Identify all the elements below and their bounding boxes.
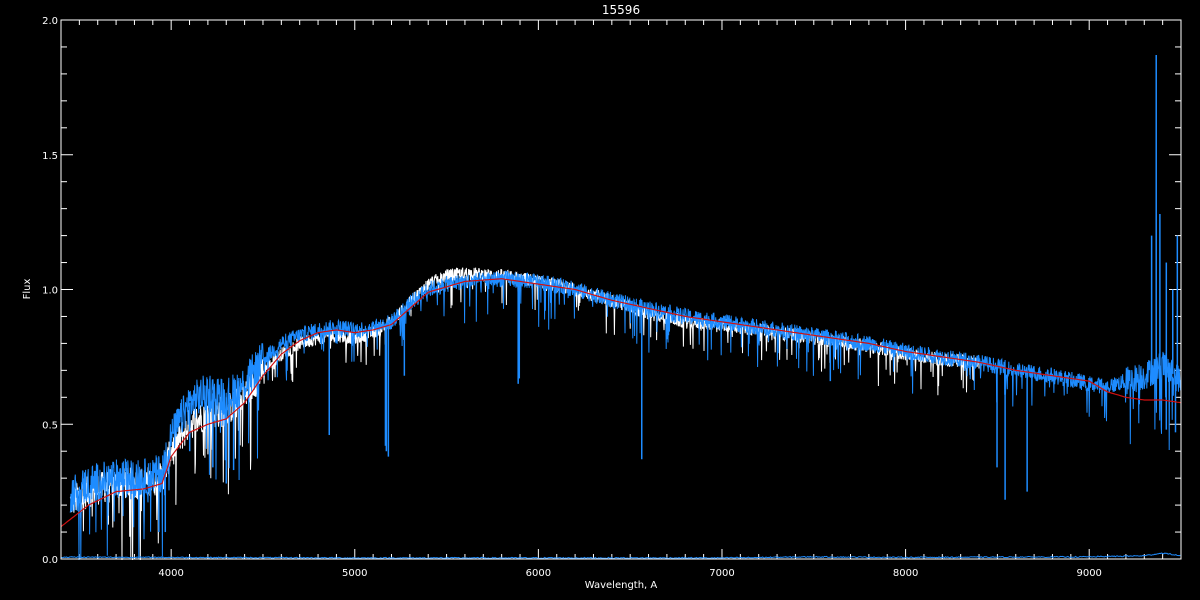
- x-axis-label: Wavelength, A: [585, 580, 658, 591]
- x-tick-label: 6000: [526, 568, 551, 579]
- x-tick-label: 5000: [342, 568, 367, 579]
- x-tick-label: 8000: [893, 568, 918, 579]
- y-tick-label: 0.0: [42, 555, 58, 566]
- y-tick-label: 1.0: [42, 286, 58, 297]
- x-tick-label: 7000: [709, 568, 734, 579]
- spectrum-chart: 15596 Wavelength, A Flux 4000 5000 6000 700…: [0, 0, 1200, 600]
- chart-title: 15596: [602, 3, 640, 17]
- x-tick-label: 4000: [158, 568, 183, 579]
- y-tick-label: 2.0: [42, 16, 58, 27]
- y-tick-label: 0.5: [42, 420, 58, 431]
- x-tick-label: 9000: [1076, 568, 1101, 579]
- y-tick-label: 1.5: [42, 151, 58, 162]
- y-axis-label: Flux: [22, 279, 33, 300]
